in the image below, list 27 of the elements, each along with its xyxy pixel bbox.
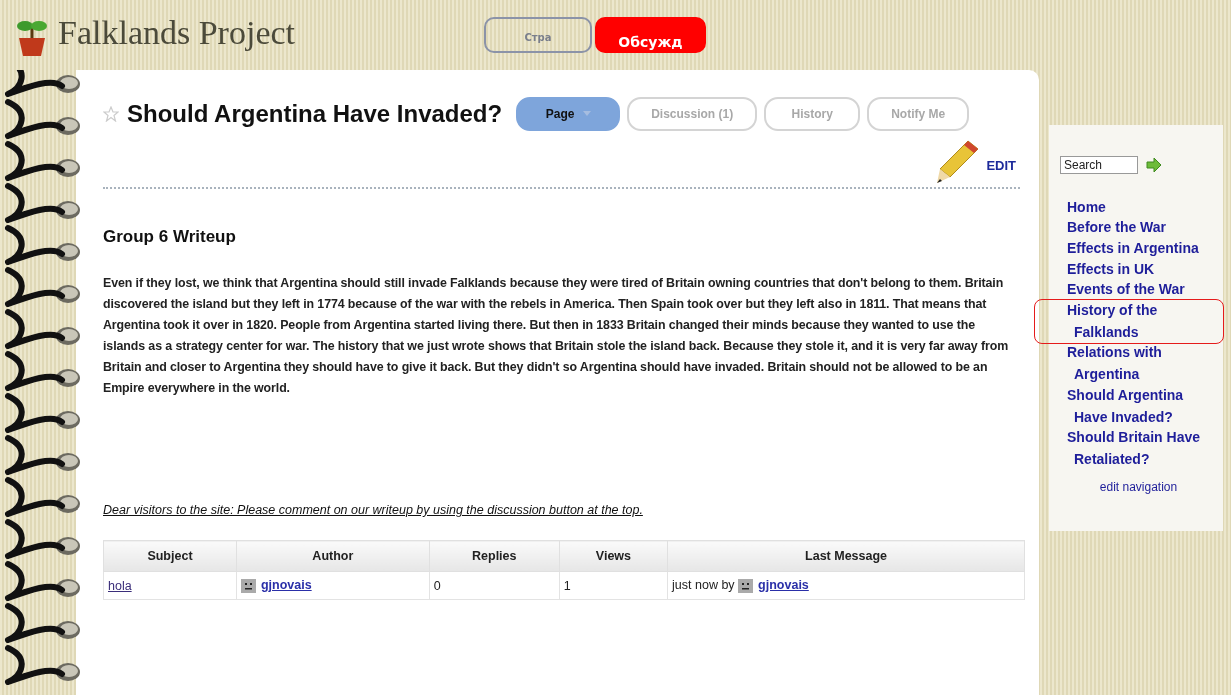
arrow-icon[interactable]: [1146, 158, 1162, 172]
site-title: Falklands Project: [58, 14, 297, 52]
edit-navigation-link[interactable]: edit navigation: [1034, 479, 1218, 496]
page-title: Should Argentina Have Invaded?: [127, 100, 503, 128]
table-cell: 0: [429, 571, 560, 600]
avatar-icon: [240, 578, 256, 593]
writeup-paragraph: Even if they lost, we think that Argentina should still invade Falklands because they were tired of Britain owning countries that don't belong to them. Britain discovered the island but they left in 1774 because of the war with the rebels in America. Then Spain took over but they left also in 1811. That means that Argentina took it over in 1820. People from Argentina started living there. But then in 1833 Britain changed their minds because they wanted to use the islands as a strategy center for war. The history that we just wrote shows that Britain stole the island back. Because they stole it, and it is very far away from Britain and closer to Argentina they should have to give it back. But they didn't so Argentina should have invaded. Britain should not be allowed to be an Empire everywhere in the world.: [103, 275, 1010, 397]
author-link[interactable]: gjnovais: [260, 578, 312, 593]
visitor-notice: Dear visitors to the site: Please comment on our writeup by using the discussion button at the top.: [103, 503, 643, 517]
edit-link[interactable]: EDIT: [986, 158, 1020, 173]
avatar-icon: [738, 578, 754, 593]
column-header: Author: [236, 540, 430, 572]
column-header: Replies: [429, 540, 560, 572]
author-link[interactable]: gjnovais: [758, 578, 809, 593]
column-header: Last Message: [667, 540, 1025, 572]
last-message-time: just now by: [672, 578, 735, 593]
section-heading: Group 6 Writeup: [103, 227, 237, 247]
star-icon[interactable]: [103, 106, 119, 122]
table-cell: 1: [559, 571, 668, 600]
overlay-button[interactable]: Обсужд: [595, 17, 706, 53]
page-tab[interactable]: Page: [516, 97, 621, 131]
nav-link[interactable]: History of the Falklands: [1034, 299, 1224, 345]
column-header: Subject: [103, 540, 237, 572]
subject-link[interactable]: hola: [108, 578, 132, 593]
column-header: Views: [559, 540, 668, 572]
potted-plant-icon: [16, 18, 48, 58]
search-field[interactable]: Search: [1060, 156, 1138, 174]
